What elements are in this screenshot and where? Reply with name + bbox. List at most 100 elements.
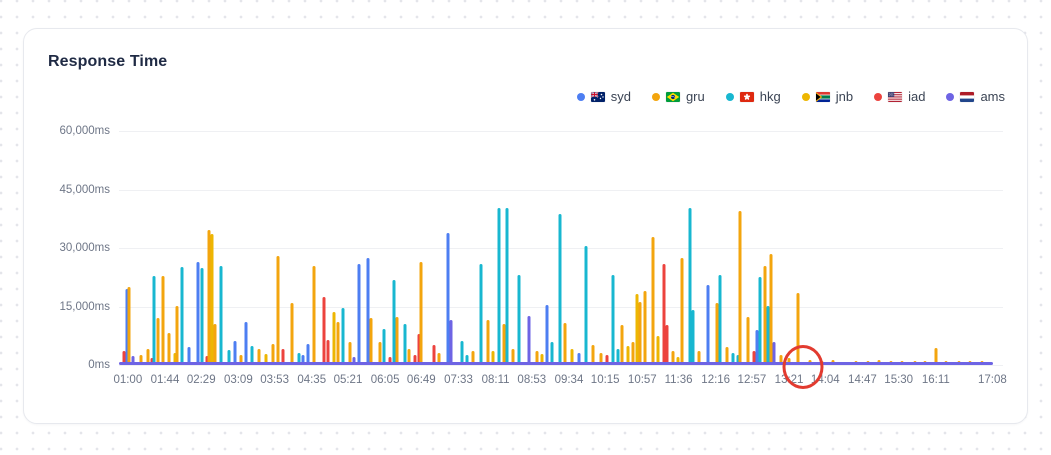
flag-australia-icon (590, 91, 605, 102)
flag-south-africa-icon (815, 91, 830, 102)
spike-gru[interactable] (312, 265, 316, 365)
spike-hkg[interactable] (497, 207, 501, 365)
gridline (119, 365, 1003, 366)
spike-hkg[interactable] (611, 275, 615, 365)
gridline (119, 189, 1003, 191)
spike-syd[interactable] (706, 284, 710, 365)
spike-hkg[interactable] (341, 308, 345, 365)
legend-item-ams[interactable]: ams (946, 89, 1005, 104)
legend-item-jnb[interactable]: jnb (801, 89, 853, 104)
spike-gru[interactable] (651, 237, 655, 365)
spike-hkg[interactable] (517, 274, 521, 365)
flag-hong-kong-icon (739, 91, 754, 102)
spike-ams[interactable] (527, 316, 531, 365)
y-tick: 60,000ms (59, 125, 110, 137)
response-time-chart: 60,000ms 45,000ms 30,000ms 15,000ms 0ms 01:0… (48, 125, 1007, 392)
y-tick: 30,000ms (59, 242, 110, 254)
x-tick: 17:08 (978, 374, 1007, 386)
spike-hkg[interactable] (219, 266, 223, 365)
x-tick: 05:21 (333, 374, 363, 386)
legend-item-gru[interactable]: gru (651, 89, 705, 104)
spike-hkg[interactable] (180, 266, 184, 365)
x-tick: 03:53 (260, 374, 289, 386)
spike-gru[interactable] (276, 255, 280, 365)
legend-item-hkg[interactable]: hkg (725, 89, 781, 104)
spike-hkg[interactable] (479, 264, 483, 365)
spike-syd[interactable] (357, 263, 361, 365)
x-tick: 02:29 (186, 374, 216, 386)
spike-gru[interactable] (336, 322, 340, 365)
spike-gru[interactable] (213, 324, 217, 365)
spike-hkg[interactable] (558, 214, 562, 365)
spike-hkg[interactable] (766, 305, 770, 365)
spike-gru[interactable] (638, 301, 642, 365)
page-title: Response Time (48, 53, 168, 70)
spike-hkg[interactable] (382, 329, 386, 365)
spike-gru[interactable] (563, 322, 567, 365)
flag-netherlands-icon (960, 91, 975, 102)
spike-jnb[interactable] (332, 312, 336, 365)
spike-iad[interactable] (665, 325, 669, 365)
spike-gru[interactable] (156, 318, 160, 365)
spike-syd[interactable] (244, 322, 248, 365)
spike-hkg[interactable] (758, 276, 762, 365)
legend-label-iad: iad (908, 89, 926, 104)
spike-jnb[interactable] (656, 335, 660, 365)
ams-series-dot (946, 92, 955, 101)
flag-united-states-icon (888, 91, 903, 102)
x-tick: 10:57 (627, 374, 657, 386)
spike-hkg[interactable] (403, 324, 407, 365)
legend-item-syd[interactable]: syd (576, 89, 631, 104)
spike-gru[interactable] (167, 333, 170, 365)
legend-item-iad[interactable]: iad (874, 89, 925, 104)
iad-series-dot (874, 92, 883, 101)
spike-gru[interactable] (486, 320, 490, 365)
legend-label-ams: ams (980, 89, 1005, 104)
spike-hkg[interactable] (691, 309, 695, 365)
x-tick: 09:34 (554, 374, 584, 386)
spike-gru[interactable] (161, 276, 165, 365)
x-tick: 01:44 (150, 374, 180, 386)
x-tick: 01:00 (113, 374, 143, 386)
spike-hkg[interactable] (584, 245, 588, 365)
spike-syd[interactable] (545, 304, 549, 365)
spike-gru[interactable] (127, 287, 131, 365)
x-tick: 15:30 (884, 374, 914, 386)
spike-gru[interactable] (643, 290, 647, 365)
spike-iad[interactable] (662, 264, 666, 365)
y-tick: 45,000ms (59, 183, 110, 196)
spike-syd[interactable] (196, 262, 200, 365)
x-tick: 06:49 (406, 374, 436, 386)
legend-label-gru: gru (685, 89, 705, 104)
baseline-band-ams[interactable] (119, 361, 994, 365)
y-tick: 0ms (88, 359, 110, 371)
x-tick: 03:09 (223, 374, 253, 386)
syd-series-dot (576, 92, 585, 101)
spike-hkg[interactable] (718, 274, 722, 365)
spike-gru[interactable] (680, 258, 684, 365)
spike-gru[interactable] (738, 210, 742, 365)
x-tick: 12:57 (737, 374, 767, 386)
x-tick: 16:11 (921, 374, 950, 386)
chart-legend: syd gru hkg jnb iad ams (576, 89, 1005, 104)
spike-gru[interactable] (369, 318, 373, 365)
x-tick: 07:33 (444, 374, 473, 386)
x-tick: 14:47 (848, 374, 877, 386)
spike-gru[interactable] (419, 262, 423, 365)
spike-gru[interactable] (746, 317, 750, 365)
plot-area[interactable] (119, 131, 1003, 389)
spike-ams[interactable] (449, 320, 452, 365)
spike-hkg[interactable] (505, 207, 509, 365)
gridline (119, 131, 1003, 132)
spike-gru[interactable] (620, 325, 624, 365)
x-tick: 10:15 (590, 374, 620, 386)
spike-gru[interactable] (290, 302, 294, 365)
legend-label-hkg: hkg (759, 89, 781, 104)
spike-gru[interactable] (175, 305, 179, 365)
spike-gru[interactable] (395, 317, 399, 365)
spike-hkg[interactable] (200, 267, 204, 365)
gru-series-dot (651, 92, 660, 101)
y-tick: 15,000ms (59, 300, 110, 313)
flag-brazil-icon (665, 91, 680, 102)
annotation-circle (782, 345, 824, 389)
